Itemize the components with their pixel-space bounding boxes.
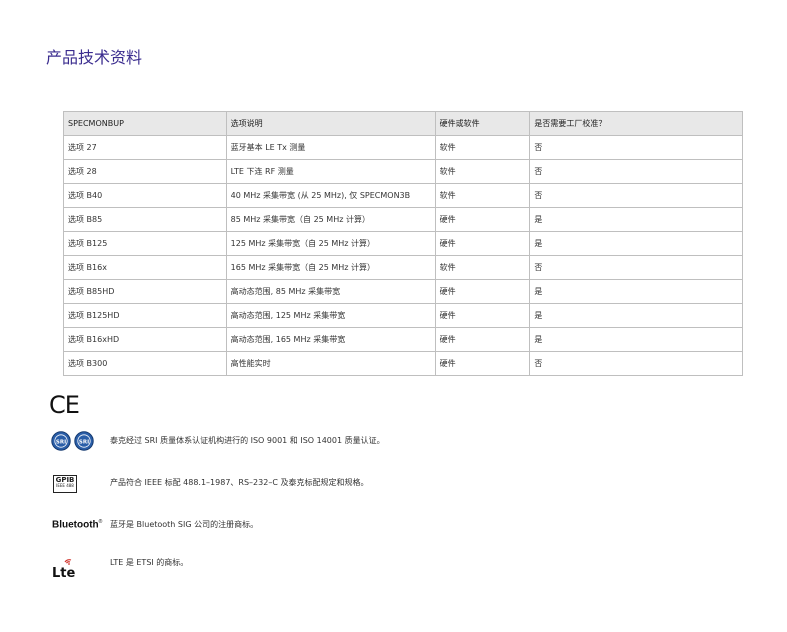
table-cell: 否 bbox=[529, 183, 743, 208]
table-cell: 是 bbox=[529, 207, 743, 232]
table-cell: 是 bbox=[529, 279, 743, 304]
table-cell: 是 bbox=[529, 327, 743, 352]
header-cell: 硬件或软件 bbox=[434, 111, 531, 136]
table-cell: 85 MHz 采集带宽（自 25 MHz 计算） bbox=[225, 207, 436, 232]
table-cell: 是 bbox=[529, 303, 743, 328]
table-cell: 硬件 bbox=[434, 327, 531, 352]
table-cell: 软件 bbox=[434, 255, 531, 280]
table-cell: 是 bbox=[529, 231, 743, 256]
table-cell: 硬件 bbox=[434, 303, 531, 328]
table-cell: 选项 B85HD bbox=[63, 279, 227, 304]
table-cell: 选项 B16x bbox=[63, 255, 227, 280]
header-cell: SPECMONBUP bbox=[63, 111, 227, 136]
table-cell: 选项 B300 bbox=[63, 351, 227, 376]
table-row: 选项 B125HD 高动态范围, 125 MHz 采集带宽 硬件 是 bbox=[63, 303, 743, 328]
table-row: 选项 B16x 165 MHz 采集带宽（自 25 MHz 计算） 软件 否 bbox=[63, 255, 743, 280]
header-cell: 选项说明 bbox=[225, 111, 436, 136]
table-cell: 软件 bbox=[434, 159, 531, 184]
page-title: 产品技术资料 bbox=[46, 48, 143, 67]
gpib-compliance-text: 产品符合 IEEE 标配 488.1–1987、RS–232–C 及泰克标配规定… bbox=[110, 478, 369, 487]
ce-mark-icon: CE bbox=[49, 391, 80, 419]
svg-text:Lte: Lte bbox=[52, 566, 75, 579]
gpib-logo-icon: GPIB IEEE 488 bbox=[53, 475, 77, 493]
table-row: 选项 B40 40 MHz 采集带宽 (从 25 MHz), 仅 SPECMON… bbox=[63, 183, 743, 208]
table-row: 选项 B300 高性能实时 硬件 否 bbox=[63, 351, 743, 376]
table-cell: 否 bbox=[529, 159, 743, 184]
table-cell: 硬件 bbox=[434, 207, 531, 232]
table-row: 选项 27 蓝牙基本 LE Tx 测量 软件 否 bbox=[63, 135, 743, 160]
lte-logo-icon: Lte bbox=[52, 559, 75, 579]
svg-text:SRI: SRI bbox=[56, 439, 66, 445]
lte-trademark-text: LTE 是 ETSI 的商标。 bbox=[110, 558, 189, 567]
table-cell: 选项 B125HD bbox=[63, 303, 227, 328]
table-row: 选项 B16xHD 高动态范围, 165 MHz 采集带宽 硬件 是 bbox=[63, 327, 743, 352]
table-cell: 选项 27 bbox=[63, 135, 227, 160]
table-row: 选项 B85HD 高动态范围, 85 MHz 采集带宽 硬件 是 bbox=[63, 279, 743, 304]
table-cell: 否 bbox=[529, 351, 743, 376]
bluetooth-trademark-text: 蓝牙是 Bluetooth SIG 公司的注册商标。 bbox=[110, 520, 259, 529]
table-cell: 40 MHz 采集带宽 (从 25 MHz), 仅 SPECMON3B bbox=[225, 183, 436, 208]
header-cell: 是否需要工厂校准？ bbox=[529, 111, 743, 136]
table-cell: 选项 B125 bbox=[63, 231, 227, 256]
sri-certification-text: 泰克经过 SRI 质量体系认证机构进行的 ISO 9001 和 ISO 1400… bbox=[110, 436, 385, 445]
table-cell: 165 MHz 采集带宽（自 25 MHz 计算） bbox=[225, 255, 436, 280]
table-cell: 软件 bbox=[434, 135, 531, 160]
table-cell: 硬件 bbox=[434, 231, 531, 256]
table-cell: 高动态范围, 85 MHz 采集带宽 bbox=[225, 279, 436, 304]
table-cell: LTE 下连 RF 测量 bbox=[225, 159, 436, 184]
table-cell: 选项 B85 bbox=[63, 207, 227, 232]
table-cell: 蓝牙基本 LE Tx 测量 bbox=[225, 135, 436, 160]
table-row: 选项 B85 85 MHz 采集带宽（自 25 MHz 计算） 硬件 是 bbox=[63, 207, 743, 232]
table-cell: 软件 bbox=[434, 183, 531, 208]
table-cell: 选项 B40 bbox=[63, 183, 227, 208]
table-cell: 硬件 bbox=[434, 279, 531, 304]
table-cell: 高动态范围, 165 MHz 采集带宽 bbox=[225, 327, 436, 352]
table-row: 选项 28 LTE 下连 RF 测量 软件 否 bbox=[63, 159, 743, 184]
svg-text:SRI: SRI bbox=[79, 439, 89, 445]
table-header-row: SPECMONBUP 选项说明 硬件或软件 是否需要工厂校准？ bbox=[63, 111, 743, 136]
table-row: 选项 B125 125 MHz 采集带宽（自 25 MHz 计算） 硬件 是 bbox=[63, 231, 743, 256]
table-cell: 否 bbox=[529, 135, 743, 160]
bluetooth-logo-icon: Bluetooth® bbox=[52, 519, 103, 531]
table-cell: 选项 B16xHD bbox=[63, 327, 227, 352]
sri-badge-icon: SRI SRI bbox=[51, 431, 94, 451]
table-cell: 选项 28 bbox=[63, 159, 227, 184]
table-cell: 高动态范围, 125 MHz 采集带宽 bbox=[225, 303, 436, 328]
table-cell: 125 MHz 采集带宽（自 25 MHz 计算） bbox=[225, 231, 436, 256]
table-cell: 高性能实时 bbox=[225, 351, 436, 376]
table-cell: 硬件 bbox=[434, 351, 531, 376]
options-table: SPECMONBUP 选项说明 硬件或软件 是否需要工厂校准？ 选项 27 蓝牙… bbox=[63, 111, 743, 376]
table-cell: 否 bbox=[529, 255, 743, 280]
